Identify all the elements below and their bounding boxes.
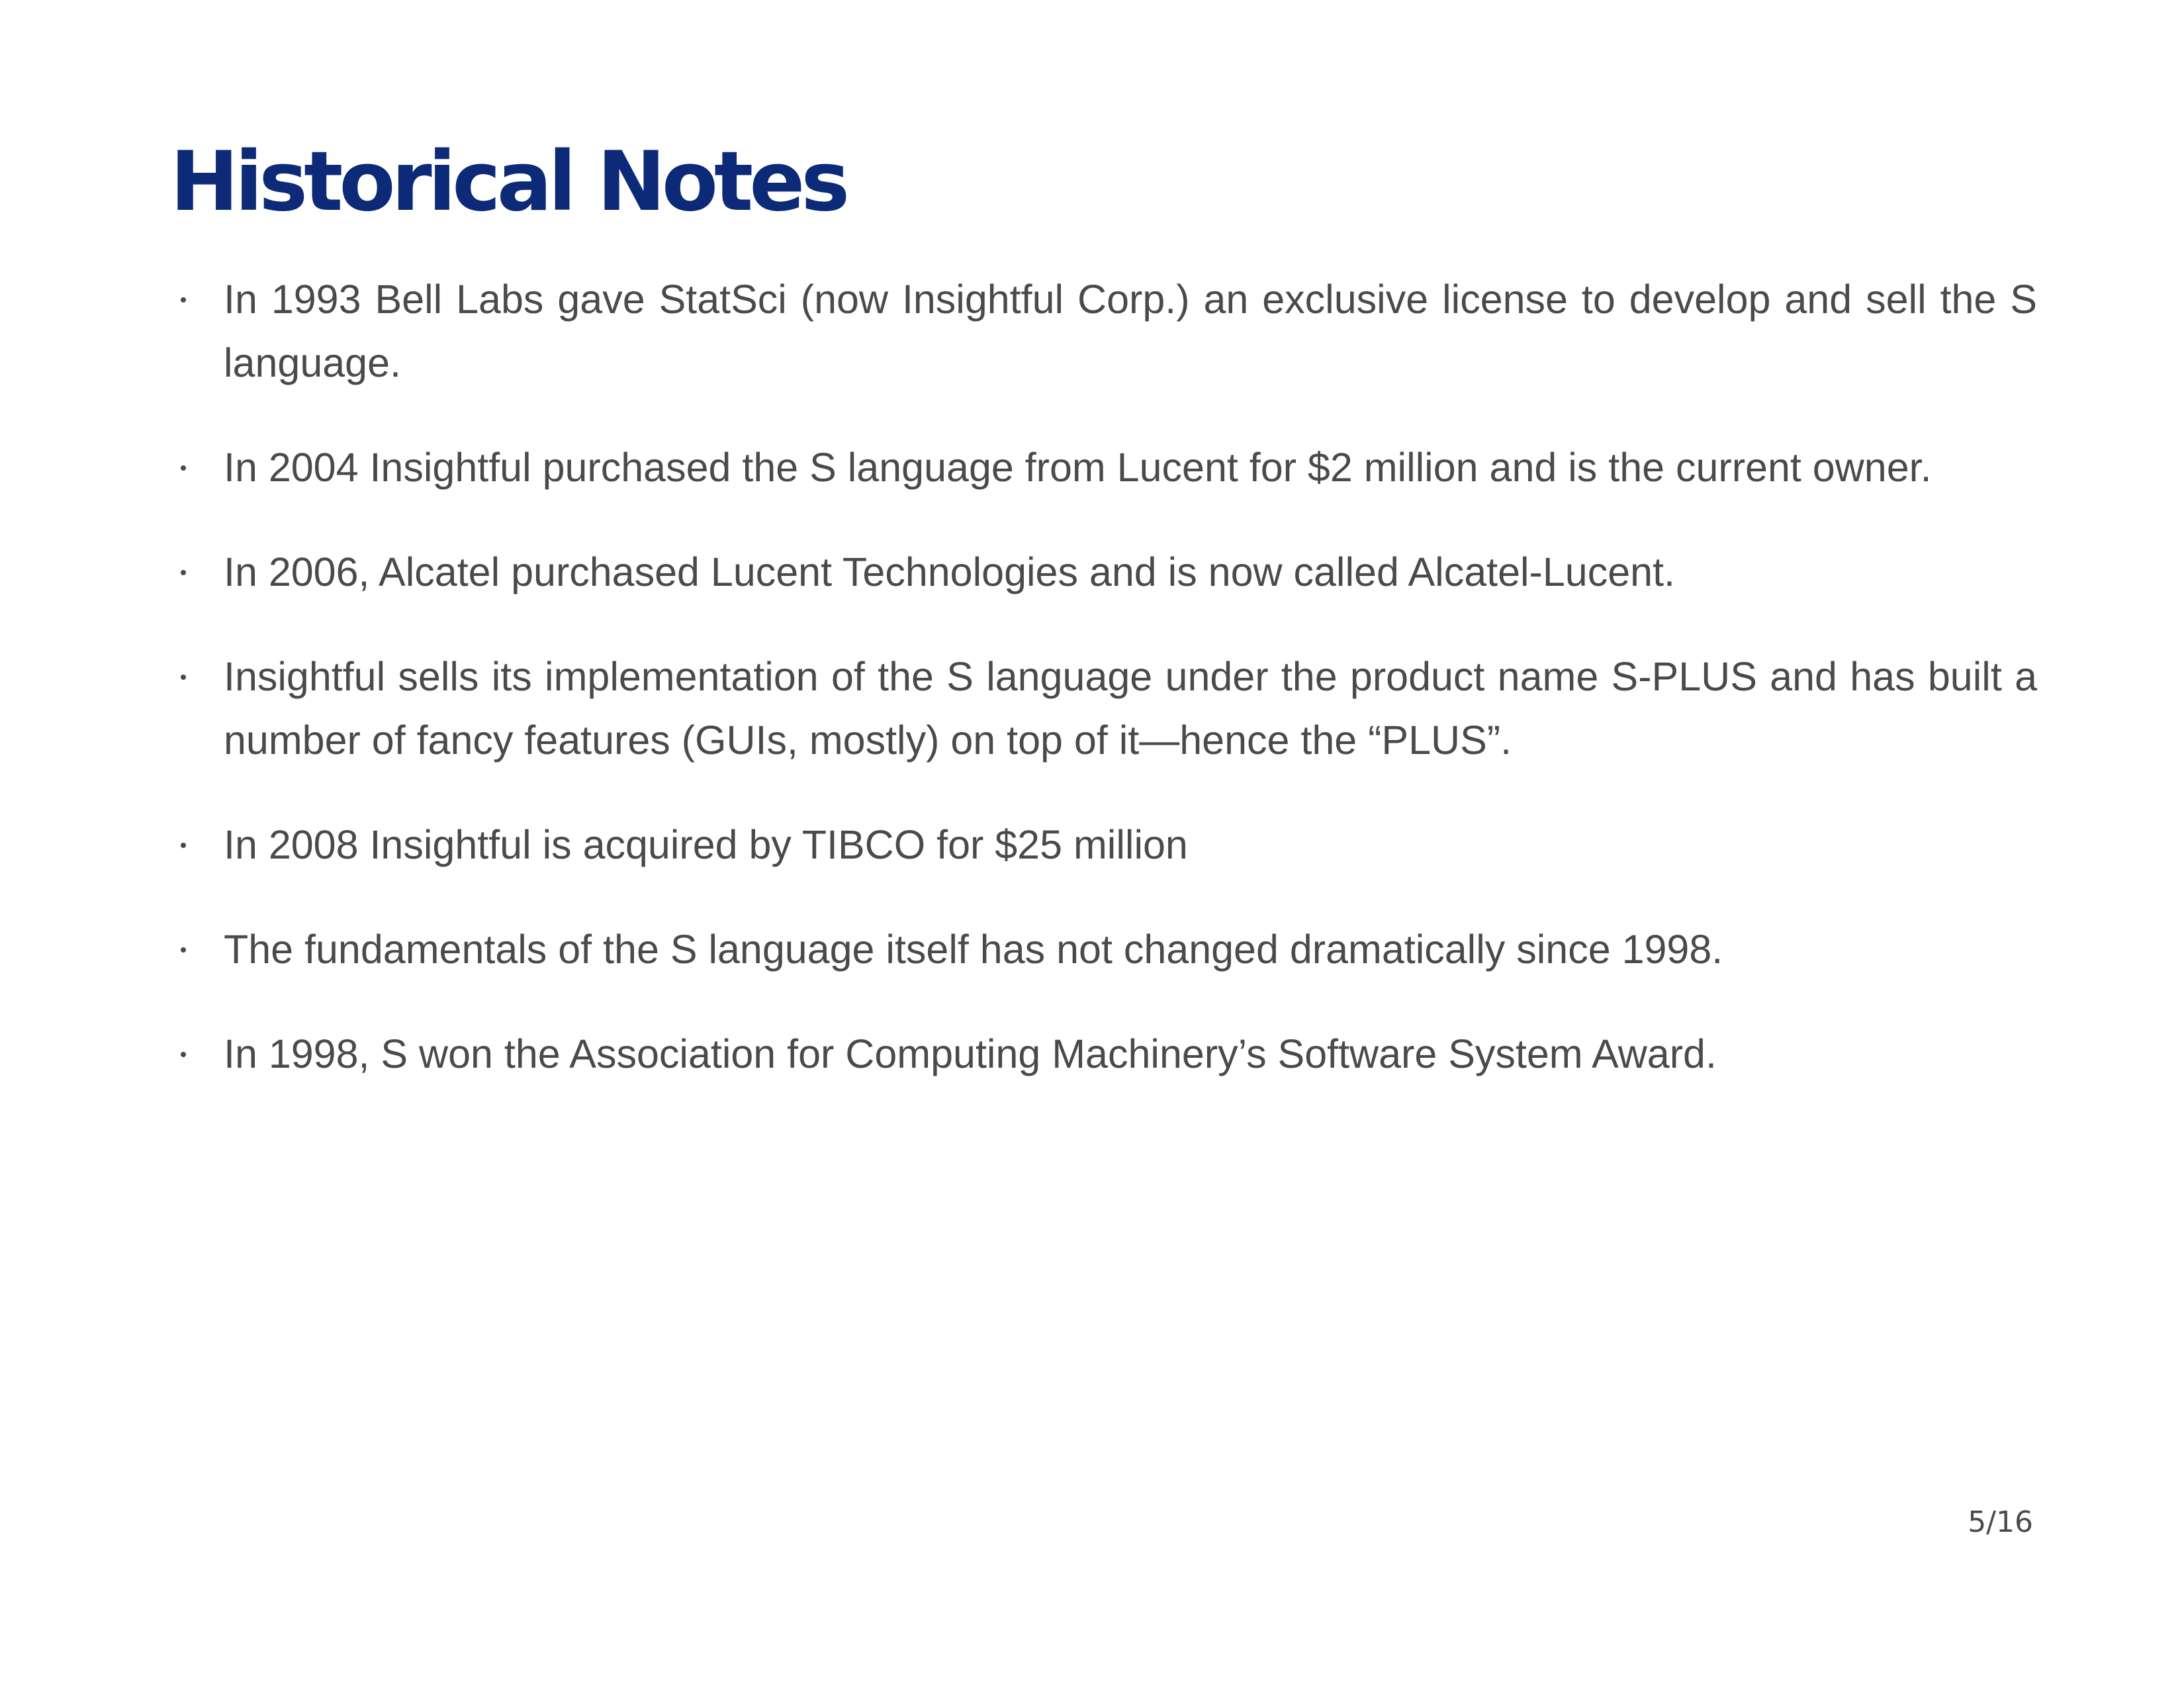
bullet-text: The fundamentals of the S language itsel… (224, 927, 1723, 972)
bullet-text: In 2004 Insightful purchased the S langu… (224, 445, 1932, 490)
bullet-item: In 1993 Bell Labs gave StatSci (now Insi… (181, 267, 2037, 395)
bullet-item: In 2008 Insightful is acquired by TIBCO … (181, 813, 2037, 876)
bullet-marker-icon (181, 675, 186, 680)
slide: Historical Notes In 1993 Bell Labs gave … (0, 0, 2184, 1688)
bullet-text: In 1993 Bell Labs gave StatSci (now Insi… (224, 277, 2037, 385)
bullet-marker-icon (181, 947, 186, 953)
bullet-list: In 1993 Bell Labs gave StatSci (now Insi… (181, 267, 2037, 1086)
bullet-marker-icon (181, 843, 186, 848)
bullet-item: In 2004 Insightful purchased the S langu… (181, 436, 2037, 499)
page-number: 5/16 (1968, 1505, 2033, 1539)
bullet-item: In 1998, S won the Association for Compu… (181, 1022, 2037, 1086)
bullet-text: In 2008 Insightful is acquired by TIBCO … (224, 822, 1188, 867)
bullet-item: The fundamentals of the S language itsel… (181, 917, 2037, 981)
bullet-text: In 1998, S won the Association for Compu… (224, 1031, 1717, 1076)
slide-title: Historical Notes (170, 134, 850, 230)
bullet-marker-icon (181, 1052, 186, 1057)
bullet-text: In 2006, Alcatel purchased Lucent Techno… (224, 549, 1675, 594)
bullet-marker-icon (181, 570, 186, 575)
bullet-marker-icon (181, 465, 186, 471)
bullet-item: In 2006, Alcatel purchased Lucent Techno… (181, 540, 2037, 604)
bullet-item: Insightful sells its implementation of t… (181, 645, 2037, 772)
bullet-text: Insightful sells its implementation of t… (224, 654, 2037, 763)
bullet-marker-icon (181, 297, 186, 303)
